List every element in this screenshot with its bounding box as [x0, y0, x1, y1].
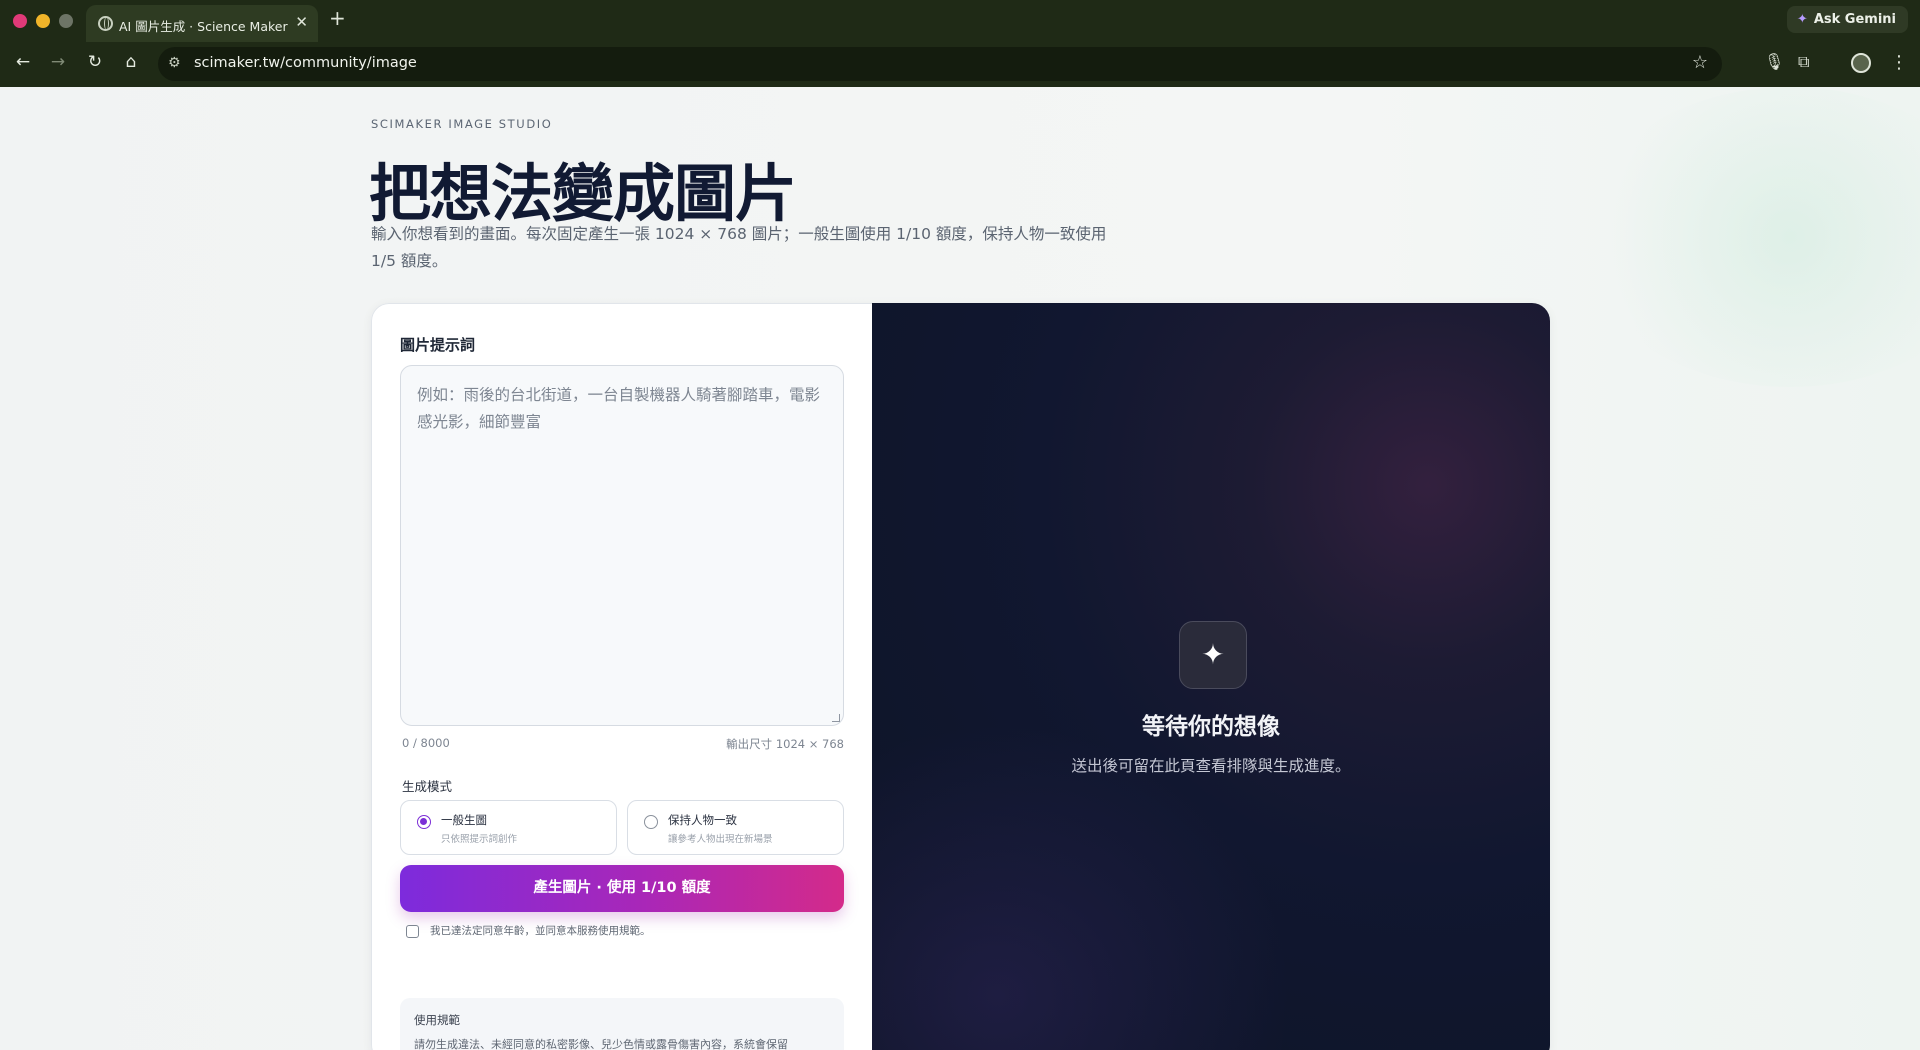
profile-avatar[interactable]: [1851, 53, 1871, 73]
image-studio-card: 圖片提示詞 例如：雨後的台北街道，一台自製機器人騎著腳踏車，電影感光影，細節豐富…: [371, 303, 1550, 1050]
page-content: SCIMAKER IMAGE STUDIO 把想法變成圖片 輸入你想看到的畫面。…: [0, 87, 1920, 1050]
prompt-placeholder: 例如：雨後的台北街道，一台自製機器人騎著腳踏車，電影感光影，細節豐富: [417, 386, 821, 431]
studio-eyebrow: SCIMAKER IMAGE STUDIO: [371, 117, 553, 131]
forward-arrow-icon[interactable]: →: [47, 52, 69, 72]
browser-tab-active[interactable]: AI 圖片生成 · Science Maker ✕: [86, 5, 318, 42]
close-icon[interactable]: ✕: [295, 13, 308, 31]
more-menu-icon[interactable]: ⋮: [1890, 52, 1908, 73]
background-glow: [1580, 87, 1920, 387]
site-settings-icon[interactable]: ⚙: [168, 55, 181, 71]
address-bar[interactable]: ⚙ scimaker.tw/community/image ☆: [158, 47, 1722, 81]
window-minimize-button[interactable]: [36, 14, 50, 28]
agree-text: 我已達法定同意年齡，並同意本服務使用規範。: [430, 925, 651, 937]
home-icon[interactable]: ⌂: [120, 52, 142, 72]
radio-selected[interactable]: [417, 815, 431, 829]
browser-chrome: AI 圖片生成 · Science Maker ✕ + ✦ Ask Gemini…: [0, 0, 1920, 87]
new-tab-button[interactable]: +: [329, 8, 346, 28]
preview-subtitle: 送出後可留在此頁查看排隊與生成進度。: [1071, 757, 1351, 775]
browser-toolbar: ← → ↻ ⌂ ⚙ scimaker.tw/community/image ☆ …: [0, 42, 1920, 87]
generate-image-button[interactable]: 產生圖片 · 使用 1/10 額度: [400, 865, 844, 912]
mode-option-subtitle: 讓參考人物出現在新場景: [668, 834, 773, 845]
rules-title: 使用規範: [414, 1013, 460, 1027]
microphone-icon[interactable]: 🎙: [1764, 52, 1784, 71]
url-text[interactable]: scimaker.tw/community/image: [194, 55, 417, 71]
sparkle-icon: ✦: [1179, 621, 1247, 689]
rules-text: 請勿生成違法、未經同意的私密影像、兒少色情或露骨傷害內容，系統會保留: [414, 1038, 788, 1050]
prompt-textarea[interactable]: 例如：雨後的台北街道，一台自製機器人騎著腳踏車，電影感光影，細節豐富: [400, 365, 844, 726]
mode-label: 生成模式: [402, 779, 453, 794]
mode-option-title: 保持人物一致: [668, 813, 737, 827]
tab-title: AI 圖片生成 · Science Maker: [119, 19, 288, 34]
window-close-button[interactable]: [13, 14, 27, 28]
agree-checkbox[interactable]: [406, 925, 419, 938]
mode-option-consistent-character[interactable]: 保持人物一致 讓參考人物出現在新場景: [627, 800, 844, 855]
radio-unselected[interactable]: [644, 815, 658, 829]
mode-option-standard[interactable]: 一般生圖 只依照提示詞創作: [400, 800, 617, 855]
window-zoom-button[interactable]: [59, 14, 73, 28]
tab-bar: AI 圖片生成 · Science Maker ✕ + ✦ Ask Gemini: [0, 0, 1920, 42]
reload-icon[interactable]: ↻: [84, 52, 106, 72]
extensions-puzzle-icon[interactable]: ⧉: [1798, 52, 1809, 72]
gemini-sparkle-icon: ✦: [1796, 12, 1808, 27]
character-counter: 0 / 8000: [402, 736, 450, 750]
usage-rules-box: 使用規範 請勿生成違法、未經同意的私密影像、兒少色情或露骨傷害內容，系統會保留: [400, 998, 844, 1050]
globe-icon: [98, 16, 113, 31]
page-description: 輸入你想看到的畫面。每次固定產生一張 1024 × 768 圖片；一般生圖使用 …: [371, 225, 1107, 270]
preview-panel: ✦ 等待你的想像 送出後可留在此頁查看排隊與生成進度。: [872, 303, 1550, 1050]
mode-option-title: 一般生圖: [441, 813, 487, 827]
back-arrow-icon[interactable]: ←: [12, 52, 34, 72]
mode-option-subtitle: 只依照提示詞創作: [441, 834, 518, 845]
ask-gemini-button[interactable]: ✦ Ask Gemini: [1786, 6, 1908, 33]
bookmark-star-icon[interactable]: ☆: [1692, 52, 1708, 73]
prompt-form-panel: 圖片提示詞 例如：雨後的台北街道，一台自製機器人騎著腳踏車，電影感光影，細節豐富…: [371, 303, 872, 1050]
page-title: 把想法變成圖片: [369, 157, 797, 230]
ask-gemini-label: Ask Gemini: [1813, 12, 1896, 27]
preview-title: 等待你的想像: [1142, 714, 1280, 740]
output-size-hint: 輸出尺寸 1024 × 768: [726, 737, 844, 751]
resize-handle-icon[interactable]: [832, 714, 840, 722]
prompt-label: 圖片提示詞: [400, 336, 476, 354]
